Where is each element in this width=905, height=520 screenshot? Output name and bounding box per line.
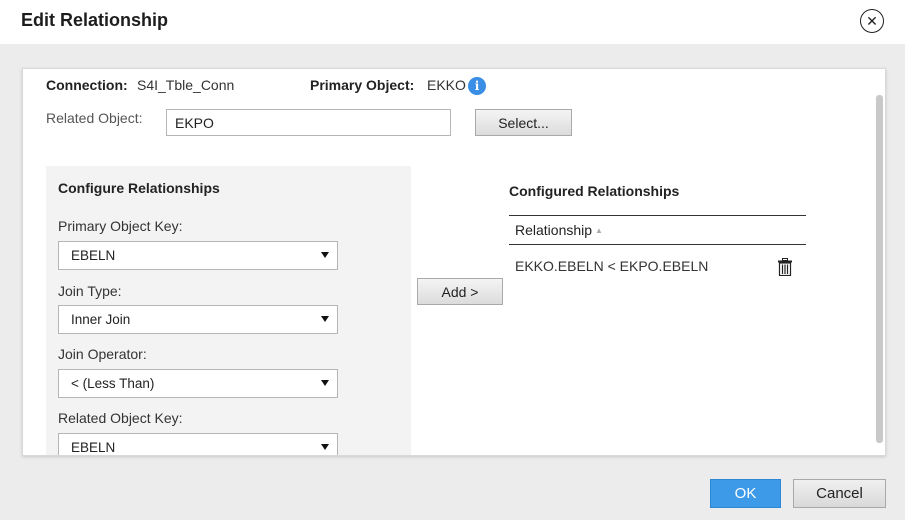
table-header-rule: [509, 244, 806, 245]
chevron-down-icon: [321, 252, 329, 258]
join-operator-value: < (Less Than): [71, 376, 155, 391]
related-object-input[interactable]: EKPO: [166, 109, 451, 136]
trash-icon[interactable]: [778, 258, 792, 276]
join-type-value: Inner Join: [71, 312, 131, 327]
relationship-cell: EKKO.EBELN < EKPO.EBELN: [515, 258, 709, 274]
dialog-content: Connection: S4I_Tble_Conn Primary Object…: [22, 68, 886, 456]
info-icon[interactable]: i: [468, 77, 486, 95]
related-key-label: Related Object Key:: [58, 410, 183, 426]
primary-key-select[interactable]: EBELN: [58, 241, 338, 270]
related-object-label: Related Object:: [46, 110, 143, 126]
dialog-title-bar: Edit Relationship ✕: [0, 0, 905, 44]
configure-heading: Configure Relationships: [58, 180, 220, 196]
table-top-rule: [509, 215, 806, 216]
chevron-down-icon: [321, 316, 329, 322]
configured-heading: Configured Relationships: [509, 183, 680, 199]
close-icon[interactable]: ✕: [860, 9, 884, 33]
related-key-select[interactable]: EBELN: [58, 433, 338, 455]
primary-object-value: EKKO: [427, 77, 466, 93]
connection-label: Connection:: [46, 77, 128, 93]
connection-value: S4I_Tble_Conn: [137, 77, 235, 93]
join-operator-label: Join Operator:: [58, 346, 147, 362]
add-button[interactable]: Add >: [417, 278, 503, 305]
join-type-select[interactable]: Inner Join: [58, 305, 338, 334]
configure-relationships-panel: Configure Relationships Primary Object K…: [46, 166, 411, 455]
join-operator-select[interactable]: < (Less Than): [58, 369, 338, 398]
chevron-down-icon: [321, 444, 329, 450]
related-key-value: EBELN: [71, 440, 116, 455]
dialog-title: Edit Relationship: [21, 10, 169, 30]
chevron-down-icon: [321, 380, 329, 386]
vertical-scrollbar[interactable]: [876, 95, 883, 443]
relationship-column-header[interactable]: Relationship: [515, 222, 592, 238]
primary-object-label: Primary Object:: [310, 77, 415, 93]
sort-ascending-icon[interactable]: ▲: [595, 226, 603, 235]
cancel-button[interactable]: Cancel: [793, 479, 886, 508]
primary-key-value: EBELN: [71, 248, 116, 263]
select-button[interactable]: Select...: [475, 109, 572, 136]
primary-key-label: Primary Object Key:: [58, 218, 183, 234]
ok-button[interactable]: OK: [710, 479, 781, 508]
join-type-label: Join Type:: [58, 283, 122, 299]
